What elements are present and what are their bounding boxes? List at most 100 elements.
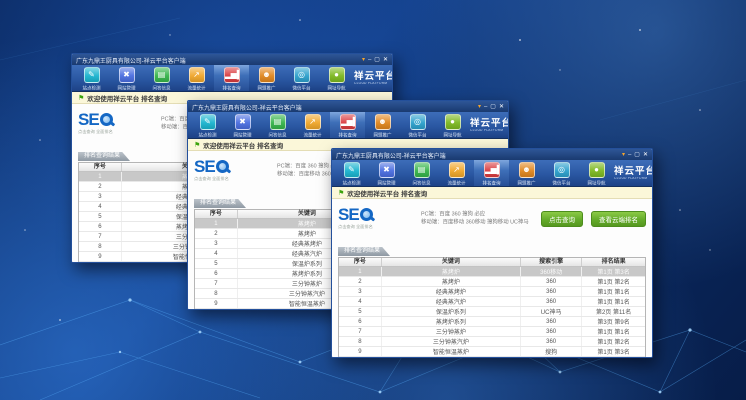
toolbar-item-traffic-stats[interactable]: ↗流量统计 bbox=[439, 160, 474, 186]
table-row[interactable]: 6蒸烤炉系列360第3页 第9名 bbox=[339, 317, 645, 327]
toolbar-item-site-check[interactable]: ✎站点检测 bbox=[334, 160, 369, 186]
flag-icon: ⚑ bbox=[78, 94, 84, 102]
tab-rank-results[interactable]: 排名查询结果 bbox=[338, 247, 390, 256]
toolbar-item-rank-query[interactable]: ▂▅█排名查询 bbox=[214, 65, 249, 91]
toolbar-item-ad-promo[interactable]: ☻网盟推广 bbox=[365, 112, 400, 138]
toolbar-item-site-nav[interactable]: ●网址导航 bbox=[319, 65, 354, 91]
toolbar-item-wechat[interactable]: ◎微信平台 bbox=[544, 160, 579, 186]
toolbar-item-qa-info[interactable]: ▤问答信息 bbox=[144, 65, 179, 91]
table-row[interactable]: 3经典蒸烤炉360第1页 第1名 bbox=[339, 287, 645, 297]
toolbar-item-traffic-stats[interactable]: ↗流量统计 bbox=[295, 112, 330, 138]
toolbar-item-rank-query[interactable]: ▂▅█排名查询 bbox=[474, 160, 509, 186]
brand-logo: 祥云平台 CLOUD PLATFORM 祥 bbox=[614, 160, 653, 186]
toolbar-item-label: 网址导航 bbox=[323, 84, 349, 91]
toolbar-item-label: 站点检测 bbox=[194, 131, 220, 138]
seo-tagline: 点击查询 全面排名 bbox=[338, 223, 373, 229]
table-row[interactable]: 4经典蒸汽炉360第1页 第1名 bbox=[339, 297, 645, 307]
toolbar-item-qa-info[interactable]: ▤问答信息 bbox=[404, 160, 439, 186]
table-cell: 3 bbox=[339, 287, 382, 296]
table-cell: 10 bbox=[79, 262, 122, 263]
table-cell: 360 bbox=[521, 327, 582, 336]
table-cell: 7 bbox=[339, 327, 382, 336]
skin-button[interactable]: ▾ bbox=[362, 55, 365, 65]
column-header[interactable]: 排名结果 bbox=[582, 258, 645, 266]
view-cloud-rank-button[interactable]: 查看云端排名 bbox=[591, 211, 646, 227]
toolbar-item-label: 问答信息 bbox=[264, 131, 290, 138]
column-header[interactable]: 序号 bbox=[339, 258, 382, 266]
query-button[interactable]: 点击查询 bbox=[541, 211, 583, 227]
toolbar-item-site-nav[interactable]: ●网址导航 bbox=[579, 160, 614, 186]
toolbar-item-ad-promo[interactable]: ☻网盟推广 bbox=[249, 65, 284, 91]
column-header[interactable]: 序号 bbox=[79, 163, 122, 171]
window-titlebar[interactable]: 广东九鼎王厨具有限公司-祥云平台客户端 ▾ – ▢ ✕ bbox=[188, 101, 508, 112]
column-header[interactable]: 关键词 bbox=[382, 258, 521, 266]
table-row[interactable]: 8三分钟蒸汽炉360第1页 第2名 bbox=[339, 337, 645, 347]
maximize-button[interactable]: ▢ bbox=[490, 102, 496, 112]
person-podium-icon: ☻ bbox=[375, 114, 391, 130]
table-cell: 第1页 第2名 bbox=[582, 337, 645, 346]
table-cell: 第3页 第9名 bbox=[582, 317, 645, 326]
tab-rank-results[interactable]: 排名查询结果 bbox=[194, 199, 246, 208]
column-header[interactable]: 搜索引擎 bbox=[521, 258, 582, 266]
brand-subtitle: CLOUD PLATFORM bbox=[614, 177, 647, 180]
content-area: SE 点击查询 全面排名 PC端：百度 360 搜狗 必应 移动端：百度移动 3… bbox=[332, 199, 652, 357]
table-cell: 9 bbox=[195, 299, 238, 308]
minimize-button[interactable]: – bbox=[484, 102, 487, 112]
maximize-button[interactable]: ▢ bbox=[634, 150, 640, 160]
toolbar-item-site-nav[interactable]: ●网址导航 bbox=[435, 112, 470, 138]
close-button[interactable]: ✕ bbox=[499, 102, 504, 112]
table-cell: UC神马 bbox=[521, 307, 582, 316]
maximize-button[interactable]: ▢ bbox=[374, 55, 380, 65]
table-row[interactable]: 5保温炉系列UC神马第2页 第11名 bbox=[339, 307, 645, 317]
close-button[interactable]: ✕ bbox=[643, 150, 648, 160]
table-row[interactable]: 2蒸烤炉360第1页 第2名 bbox=[339, 277, 645, 287]
toolbar-item-traffic-stats[interactable]: ↗流量统计 bbox=[179, 65, 214, 91]
bar-chart-icon: ▂▅█ bbox=[340, 114, 356, 130]
tab-rank-results[interactable]: 排名查询结果 bbox=[78, 152, 130, 161]
toolbar-item-rank-query[interactable]: ▂▅█排名查询 bbox=[330, 112, 365, 138]
close-button[interactable]: ✕ bbox=[383, 55, 388, 65]
table-cell: 2 bbox=[339, 277, 382, 286]
table-cell: 360 bbox=[521, 317, 582, 326]
brand-name: 祥云平台 bbox=[470, 115, 509, 129]
bar-chart-icon: ▂▅█ bbox=[224, 67, 240, 83]
brand-logo: 祥云平台 CLOUD PLATFORM 祥 bbox=[470, 112, 509, 138]
toolbar-item-ad-promo[interactable]: ☻网盟推广 bbox=[509, 160, 544, 186]
toolbar-item-label: 网盟推广 bbox=[369, 131, 395, 138]
seo-header: SE 点击查询 全面排名 PC端：百度 360 搜狗 必应 移动端：百度移动 3… bbox=[338, 199, 646, 239]
toolbar-item-qa-info[interactable]: ▤问答信息 bbox=[260, 112, 295, 138]
notice-text: 欢迎使用祥云平台 排名查询 bbox=[347, 188, 427, 198]
toolbar-item-site-manage[interactable]: ✖网站管理 bbox=[369, 160, 404, 186]
table-row[interactable]: 10智能恒温蒸炉360第1页 第1名 bbox=[339, 357, 645, 358]
skin-button[interactable]: ▾ bbox=[622, 150, 625, 160]
magnifier-icon bbox=[216, 160, 229, 173]
pencil-check-icon: ✎ bbox=[200, 114, 216, 130]
mouse-icon: ● bbox=[329, 67, 345, 83]
window-titlebar[interactable]: 广东九鼎王厨具有限公司-祥云平台客户端 ▾ – ▢ ✕ bbox=[72, 54, 392, 65]
table-row[interactable]: 9智能恒温蒸炉搜狗第1页 第3名 bbox=[339, 347, 645, 357]
toolbar-item-site-manage[interactable]: ✖网站管理 bbox=[225, 112, 260, 138]
toolbar-item-site-check[interactable]: ✎站点检测 bbox=[74, 65, 109, 91]
toolbar-item-label: 微信平台 bbox=[404, 131, 430, 138]
window-titlebar[interactable]: 广东九鼎王厨具有限公司-祥云平台客户端 ▾ – ▢ ✕ bbox=[332, 149, 652, 160]
minimize-button[interactable]: – bbox=[368, 55, 371, 65]
table-cell: 2 bbox=[195, 229, 238, 238]
window-controls: ▾ – ▢ ✕ bbox=[478, 102, 504, 112]
toolbar-item-label: 流量统计 bbox=[183, 84, 209, 91]
toolbar-item-site-check[interactable]: ✎站点检测 bbox=[190, 112, 225, 138]
toolbar-item-wechat[interactable]: ◎微信平台 bbox=[400, 112, 435, 138]
mobile-engines-text: 移动端：百度移动 360移动 搜狗移动 UC神马 bbox=[421, 219, 529, 227]
toolbar-item-label: 网站管理 bbox=[229, 131, 255, 138]
table-row[interactable]: 1蒸烤炉360移动第1页 第3名 bbox=[339, 267, 645, 277]
column-header[interactable]: 序号 bbox=[195, 210, 238, 218]
toolbar-item-site-manage[interactable]: ✖网站管理 bbox=[109, 65, 144, 91]
app-window-front[interactable]: 广东九鼎王厨具有限公司-祥云平台客户端 ▾ – ▢ ✕ ✎站点检测✖网站管理▤问… bbox=[331, 148, 653, 358]
table-cell: 6 bbox=[339, 317, 382, 326]
table-row[interactable]: 7三分钟蒸炉360第1页 第1名 bbox=[339, 327, 645, 337]
seo-logo-text: SE bbox=[78, 111, 99, 128]
toolbar-item-label: 网盟推广 bbox=[513, 179, 539, 186]
table-cell: 8 bbox=[79, 242, 122, 251]
toolbar-item-wechat[interactable]: ◎微信平台 bbox=[284, 65, 319, 91]
skin-button[interactable]: ▾ bbox=[478, 102, 481, 112]
minimize-button[interactable]: – bbox=[628, 150, 631, 160]
